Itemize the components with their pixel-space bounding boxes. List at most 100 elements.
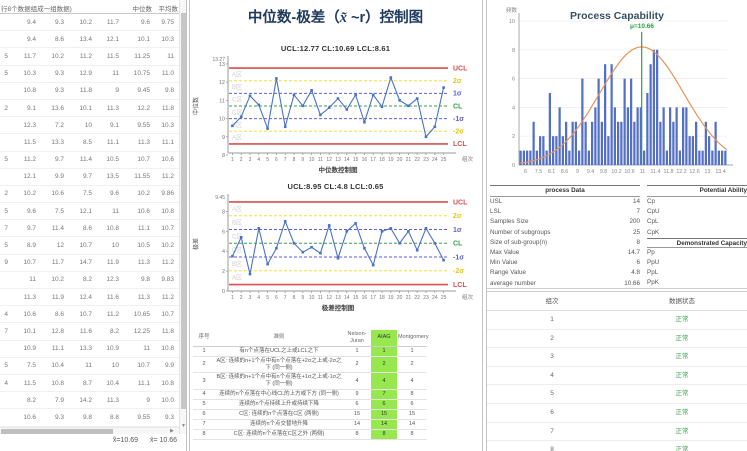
table-cell: 10.7 — [152, 311, 176, 318]
table-cell: 13.6 — [38, 105, 66, 112]
table-cell: 9.7 — [66, 173, 94, 180]
svg-text:UCL: UCL — [453, 65, 468, 72]
table-cell: 10.3 — [152, 122, 176, 129]
table-row: 9.49.310.211.79.69.75 — [0, 14, 179, 31]
table-cell: 9.55 — [121, 122, 152, 129]
table-cell: 13.4 — [66, 36, 94, 43]
table-cell: 10.8 — [152, 345, 176, 352]
table-cell: 11.2 — [152, 173, 176, 180]
pd-label: Size of sub-group(n) — [490, 238, 547, 248]
horizontal-scrollbar-thumb[interactable] — [1, 429, 113, 434]
svg-text:2σ: 2σ — [453, 213, 462, 220]
table-cell: 8.6 — [66, 225, 94, 232]
svg-text:20: 20 — [397, 157, 403, 163]
pd-value: 14 — [633, 197, 640, 207]
table-cell: 11.6 — [94, 294, 121, 301]
table-cell: 10.2 — [66, 19, 94, 26]
table-header: 行8个数据组成一组数据) 中位数 平均数 — [0, 0, 179, 14]
svg-text:11: 11 — [318, 295, 323, 301]
svg-text:11.4: 11.4 — [651, 169, 661, 175]
rules-cell: 7 — [371, 390, 397, 400]
table-cell: 10.1 — [10, 328, 38, 335]
table-cell: 12.8 — [38, 328, 66, 335]
svg-text:23: 23 — [423, 295, 429, 301]
table-row: 410.68.610.711.210.6510.7 — [0, 306, 179, 323]
table-cell: 10.2 — [121, 190, 152, 197]
scroll-right-icon[interactable]: ▶ — [170, 428, 174, 434]
rules-cell: C区: 连续的n个点落在C区 (两侧) — [215, 409, 343, 419]
svg-text:6: 6 — [275, 157, 278, 163]
process-data-row: Min Value6 — [490, 258, 640, 268]
rules-row: 8C区: 连续的n个点落在C区之外 (两侧)888 — [193, 429, 427, 439]
panel-divider — [186, 0, 187, 451]
rules-cell: 6 — [397, 400, 427, 410]
capability-index-row: PpK — [647, 278, 747, 288]
table-cell: 10.7 — [10, 259, 38, 266]
table-cell: 11.9 — [94, 259, 121, 266]
table-cell: 9.9 — [38, 173, 66, 180]
table-cell: 9.55 — [121, 414, 152, 421]
svg-text:13.4: 13.4 — [715, 169, 725, 175]
table-cell: 11.0 — [152, 70, 176, 77]
svg-text:24: 24 — [432, 157, 438, 163]
svg-text:6: 6 — [524, 169, 527, 175]
table-cell: 11.7 — [38, 259, 66, 266]
capability-index-row: Cp — [647, 197, 747, 207]
pd-value: 14.7 — [628, 248, 640, 258]
rules-cell: 4 — [397, 373, 427, 390]
status-row: 4正常 — [487, 367, 747, 386]
svg-text:13: 13 — [705, 169, 711, 175]
table-cell: 11.7 — [94, 19, 121, 26]
rules-cell: 15 — [371, 409, 397, 419]
table-cell: 11.4 — [66, 156, 94, 163]
rules-cell: B区: 连续的n+1个点中有n个点落在+1σ之上或-1σ之下 (同一侧) — [215, 373, 343, 390]
svg-text:9.8: 9.8 — [600, 169, 607, 175]
control-rules-table: 序号准则Nelson-JuranAIAGMontgomery1有n个点落在UCL… — [193, 330, 427, 440]
table-cell: 11.25 — [121, 53, 152, 60]
table-cell: 12.3 — [10, 122, 38, 129]
status-row: 6正常 — [487, 404, 747, 423]
table-cell: 10.7 — [121, 156, 152, 163]
index-label: CpL — [647, 217, 659, 227]
index-label: PpL — [647, 268, 658, 278]
capability-index-row: Pp — [647, 248, 747, 258]
table-cell: 10.2 — [152, 242, 176, 249]
table-cell: 9.8 — [152, 87, 176, 94]
table-cell: 10.6 — [121, 208, 152, 215]
table-cell: 9.4 — [10, 36, 38, 43]
process-data-row: Range Value4.8 — [490, 268, 640, 278]
rules-cell: 6 — [193, 409, 215, 419]
table-cell: 10.5 — [121, 242, 152, 249]
table-cell: 11.8 — [66, 87, 94, 94]
capability-index-row: CpU — [647, 207, 747, 217]
table-cell: 10.7 — [121, 362, 152, 369]
capability-index-row: PpL — [647, 268, 747, 278]
index-label: Pp — [647, 248, 655, 258]
svg-text:21: 21 — [406, 295, 412, 301]
svg-text:-2σ: -2σ — [453, 268, 464, 275]
panel-divider — [482, 0, 483, 451]
rules-cell: 4 — [193, 390, 215, 400]
svg-text:0: 0 — [512, 163, 515, 169]
table-cell: 10.9 — [10, 345, 38, 352]
table-cell: 8.2 — [94, 328, 121, 335]
table-cell: 10.1 — [66, 105, 94, 112]
table-cell: 8.8 — [94, 414, 121, 421]
table-cell: 11.2 — [66, 53, 94, 60]
horizontal-scrollbar[interactable]: ▶ — [0, 427, 179, 434]
table-cell: 7.5 — [10, 362, 38, 369]
table-cell: 9.4 — [10, 19, 38, 26]
svg-text:25: 25 — [441, 157, 447, 163]
table-cell: 9.6 — [121, 19, 152, 26]
table-cell: 9.1 — [10, 105, 38, 112]
svg-text:-1σ: -1σ — [453, 116, 464, 123]
table-cell: 5 — [0, 242, 10, 249]
table-summary: x̃=10.69 x̄= 10.66 — [0, 437, 177, 444]
table-cell: 13.5 — [94, 173, 121, 180]
vertical-scrollbar[interactable]: ▼ — [179, 0, 186, 434]
table-cell: 10.2 — [38, 276, 66, 283]
page-title: 中位数-极差（x̃ ~r）控制图 — [190, 6, 481, 27]
column-header-mean: 平均数 — [152, 3, 178, 13]
rules-cell: 1 — [371, 346, 397, 356]
rules-cell: 3 — [193, 373, 215, 390]
